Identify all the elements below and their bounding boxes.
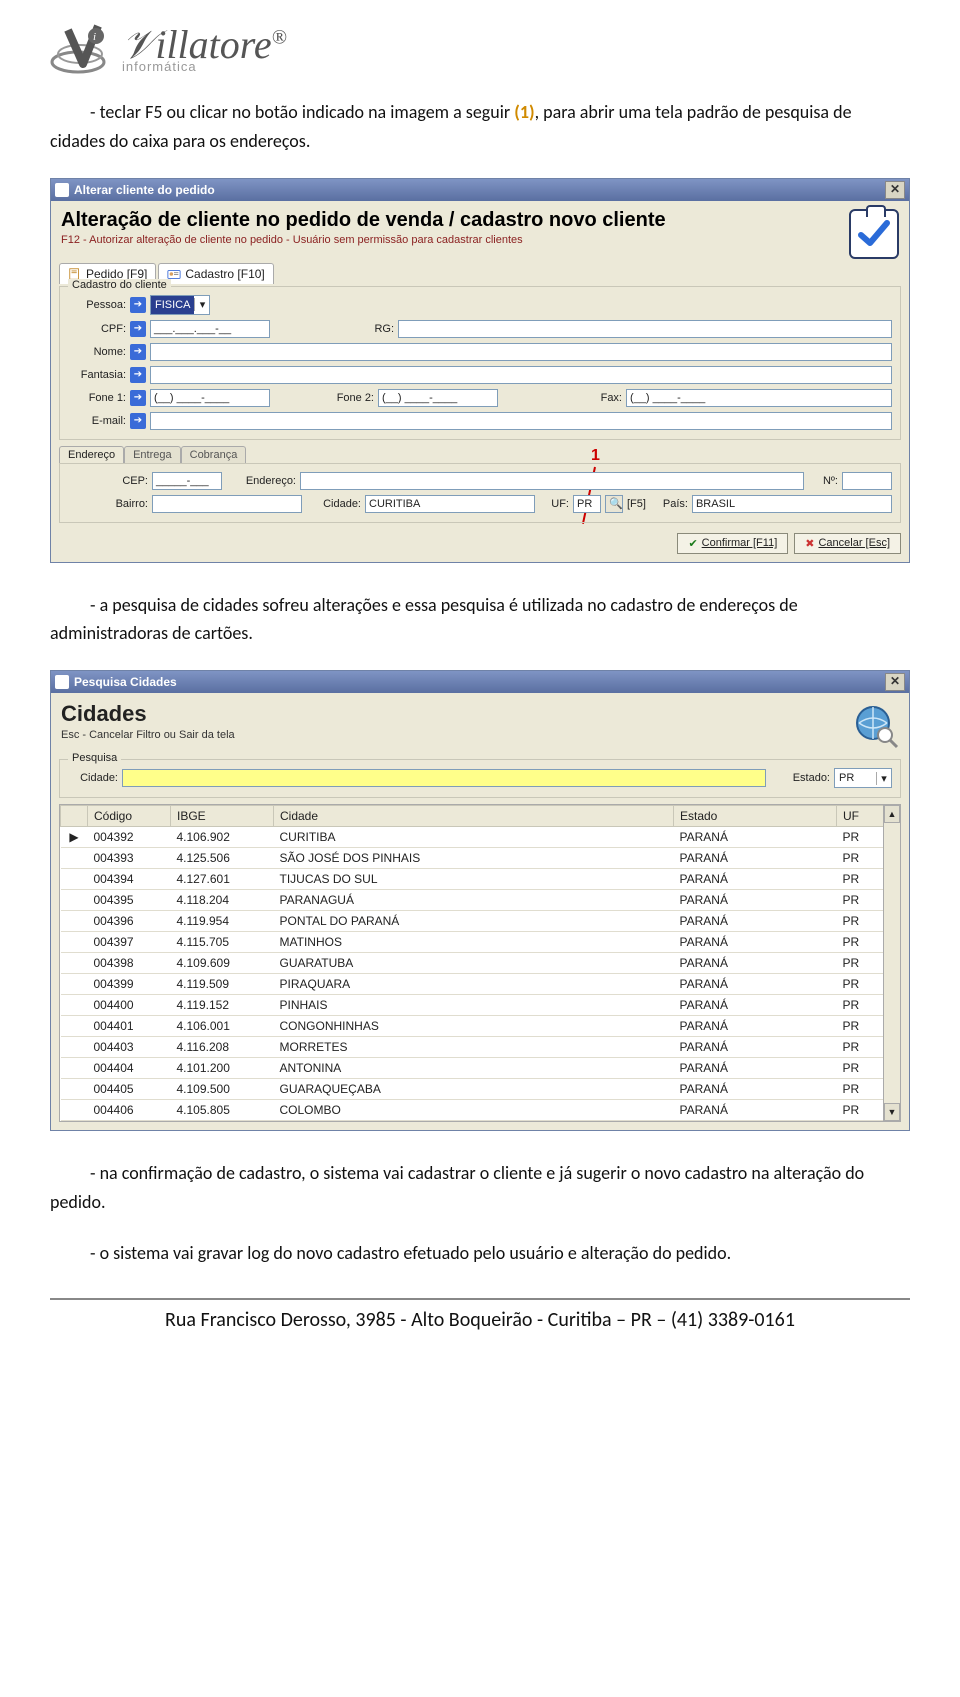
search-icon[interactable]: 🔍 <box>605 495 623 513</box>
panel-heading: Cidades <box>61 701 235 727</box>
arrow-icon[interactable]: ➔ <box>130 413 146 429</box>
paragraph-1: - teclar F5 ou clicar no botão indicado … <box>50 98 910 156</box>
row-pointer <box>61 1016 88 1037</box>
cidade-search-field[interactable] <box>122 769 766 787</box>
arrow-icon[interactable]: ➔ <box>130 297 146 313</box>
annotation-ref-1: (1) <box>514 101 534 123</box>
row-pointer <box>61 974 88 995</box>
table-row[interactable]: ▶0043924.106.902CURITIBAPARANÁPR <box>61 827 900 848</box>
fax-field[interactable]: (__) ____-____ <box>626 389 892 407</box>
row-pointer <box>61 932 88 953</box>
fantasia-field[interactable] <box>150 366 892 384</box>
tab-cadastro[interactable]: Cadastro [F10] <box>158 263 273 284</box>
paragraph-2: - a pesquisa de cidades sofreu alteraçõe… <box>50 591 910 649</box>
subtab-endereco[interactable]: Endereço <box>59 446 124 463</box>
table-header: Código IBGE Cidade Estado UF <box>61 806 900 827</box>
uf-field[interactable]: PR <box>573 495 601 513</box>
table-row[interactable]: 0043974.115.705MATINHOSPARANÁPR <box>61 932 900 953</box>
row-pointer <box>61 1037 88 1058</box>
row-pointer <box>61 995 88 1016</box>
scroll-down-icon[interactable]: ▼ <box>884 1103 900 1121</box>
window-alterar-cliente: Alterar cliente do pedido ✕ Alteração de… <box>50 178 910 563</box>
svg-text:i: i <box>93 31 96 43</box>
row-pointer <box>61 911 88 932</box>
table-row[interactable]: 0044054.109.500GUARAQUEÇABAPARANÁPR <box>61 1079 900 1100</box>
row-pointer <box>61 1100 88 1121</box>
window-title: Pesquisa Cidades <box>74 675 177 689</box>
rg-field[interactable] <box>398 320 892 338</box>
company-logo: i 𝒱illatore® informática <box>50 20 910 80</box>
nome-field[interactable] <box>150 343 892 361</box>
group-legend: Pesquisa <box>68 752 121 764</box>
f5-hint: [F5] <box>627 498 646 510</box>
cidade-field[interactable]: CURITIBA <box>365 495 535 513</box>
titlebar-icon <box>55 675 69 689</box>
endereco-field[interactable] <box>300 472 804 490</box>
row-pointer <box>61 869 88 890</box>
table-row[interactable]: 0043964.119.954PONTAL DO PARANÁPARANÁPR <box>61 911 900 932</box>
arrow-icon[interactable]: ➔ <box>130 344 146 360</box>
clipboard-check-icon <box>849 209 899 259</box>
cidades-table: Código IBGE Cidade Estado UF ▶0043924.10… <box>60 805 900 1121</box>
cep-field[interactable]: _____-___ <box>152 472 222 490</box>
pais-field[interactable]: BRASIL <box>692 495 892 513</box>
cpf-field[interactable]: ___.___.___-__ <box>150 320 270 338</box>
close-button[interactable]: ✕ <box>885 673 905 691</box>
close-button[interactable]: ✕ <box>885 181 905 199</box>
table-row[interactable]: 0044034.116.208MORRETESPARANÁPR <box>61 1037 900 1058</box>
fone2-field[interactable]: (__) ____-____ <box>378 389 498 407</box>
paragraph-3: - na confirmação de cadastro, o sistema … <box>50 1159 910 1217</box>
table-row[interactable]: 0043934.125.506SÃO JOSÉ DOS PINHAISPARAN… <box>61 848 900 869</box>
subtab-cobranca[interactable]: Cobrança <box>181 446 247 463</box>
footer-address: Rua Francisco Derosso, 3985 - Alto Boque… <box>50 1308 910 1332</box>
bairro-field[interactable] <box>152 495 302 513</box>
table-row[interactable]: 0044064.105.805COLOMBOPARANÁPR <box>61 1100 900 1121</box>
panel-heading: Alteração de cliente no pedido de venda … <box>61 209 666 232</box>
window-pesquisa-cidades: Pesquisa Cidades ✕ Cidades Esc - Cancela… <box>50 670 910 1131</box>
cancel-button[interactable]: ✖Cancelar [Esc] <box>794 533 901 554</box>
subtab-entrega[interactable]: Entrega <box>124 446 181 463</box>
pessoa-combo[interactable]: FISICA▾ <box>150 295 210 315</box>
titlebar: Alterar cliente do pedido ✕ <box>51 179 909 201</box>
table-row[interactable]: 0044014.106.001CONGONHINHASPARANÁPR <box>61 1016 900 1037</box>
row-pointer <box>61 953 88 974</box>
scroll-up-icon[interactable]: ▲ <box>884 805 900 823</box>
arrow-icon[interactable]: ➔ <box>130 390 146 406</box>
arrow-icon[interactable]: ➔ <box>130 321 146 337</box>
row-pointer <box>61 848 88 869</box>
row-pointer <box>61 890 88 911</box>
group-legend: Cadastro do cliente <box>68 279 171 291</box>
email-field[interactable] <box>150 412 892 430</box>
table-row[interactable]: 0043984.109.609GUARATUBAPARANÁPR <box>61 953 900 974</box>
scrollbar[interactable]: ▲ ▼ <box>883 805 900 1121</box>
titlebar-icon <box>55 183 69 197</box>
table-row[interactable]: 0043954.118.204PARANAGUÁPARANÁPR <box>61 890 900 911</box>
confirm-button[interactable]: ✔Confirmar [F11] <box>677 533 788 554</box>
arrow-icon[interactable]: ➔ <box>130 367 146 383</box>
estado-combo[interactable]: PR▾ <box>834 768 892 788</box>
panel-subtext: Esc - Cancelar Filtro ou Sair da tela <box>61 729 235 741</box>
table-row[interactable]: 0043994.119.509PIRAQUARAPARANÁPR <box>61 974 900 995</box>
paragraph-4: - o sistema vai gravar log do novo cadas… <box>50 1239 910 1268</box>
table-row[interactable]: 0044044.101.200ANTONINAPARANÁPR <box>61 1058 900 1079</box>
table-row[interactable]: 0044004.119.152PINHAISPARANÁPR <box>61 995 900 1016</box>
footer-divider <box>50 1298 910 1300</box>
fone1-field[interactable]: (__) ____-____ <box>150 389 270 407</box>
window-title: Alterar cliente do pedido <box>74 183 215 197</box>
row-pointer <box>61 1058 88 1079</box>
globe-search-icon <box>851 701 899 749</box>
row-pointer: ▶ <box>61 827 88 848</box>
numero-field[interactable] <box>842 472 892 490</box>
table-row[interactable]: 0043944.127.601TIJUCAS DO SULPARANÁPR <box>61 869 900 890</box>
titlebar: Pesquisa Cidades ✕ <box>51 671 909 693</box>
row-pointer <box>61 1079 88 1100</box>
panel-subtext: F12 - Autorizar alteração de cliente no … <box>61 234 666 246</box>
